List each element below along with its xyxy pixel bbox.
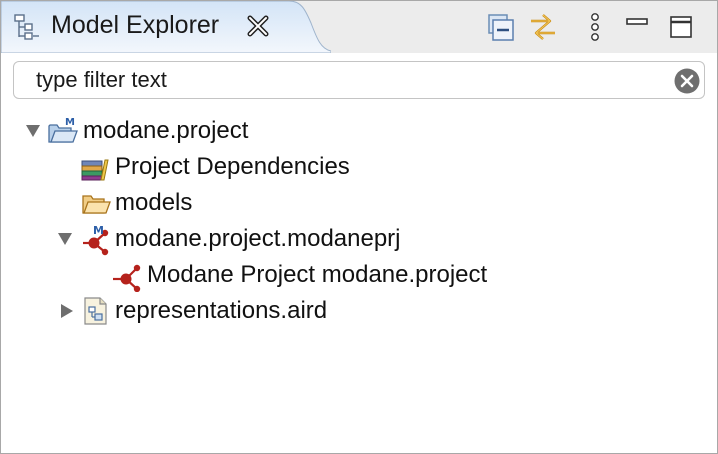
tree-item-modaneprj[interactable]: M modane.project.modaneprj: [1, 221, 717, 256]
tree-item-representations-aird[interactable]: representations.aird: [1, 293, 717, 327]
model-explorer-view: Model Explorer type filter text M modane…: [0, 0, 718, 454]
svg-text:M: M: [65, 117, 75, 128]
tree-item-label: models: [115, 189, 193, 216]
collapsed-arrow-icon[interactable]: [59, 303, 75, 319]
expanded-arrow-icon[interactable]: [25, 123, 41, 139]
expanded-arrow-icon[interactable]: [57, 231, 73, 247]
view-menu-icon[interactable]: [579, 11, 611, 43]
library-icon: [81, 152, 111, 182]
tab-model-explorer[interactable]: Model Explorer: [1, 1, 331, 53]
model-explorer-icon: [13, 13, 41, 41]
minimize-icon[interactable]: [621, 11, 653, 43]
clear-icon[interactable]: [674, 68, 700, 94]
modane-project-icon: [111, 260, 141, 293]
maximize-icon[interactable]: [665, 11, 697, 43]
view-titlebar: Model Explorer: [1, 1, 717, 53]
tree-item-label: modane.project.modaneprj: [115, 225, 401, 252]
tree-item-label: Project Dependencies: [115, 153, 350, 180]
project-folder-icon: M: [47, 116, 78, 146]
tree-item-label: representations.aird: [115, 297, 328, 324]
tree-item-label: Modane Project modane.project: [147, 261, 488, 288]
tree-item-label: modane.project: [83, 117, 249, 144]
link-with-editor-icon[interactable]: [527, 11, 559, 43]
tree-item-project-dependencies[interactable]: Project Dependencies: [1, 149, 717, 183]
tree-item-modane-project-element[interactable]: Modane Project modane.project: [1, 257, 717, 293]
collapse-all-icon[interactable]: [485, 11, 517, 43]
modaneprj-file-icon: M: [79, 224, 109, 256]
close-tab-icon[interactable]: [246, 14, 270, 38]
tab-title: Model Explorer: [51, 11, 220, 39]
svg-text:M: M: [93, 224, 104, 237]
tree-item-modane-project[interactable]: M modane.project: [1, 113, 717, 147]
aird-file-icon: [81, 296, 111, 326]
tree-item-models[interactable]: models: [1, 185, 717, 219]
filter-input[interactable]: [36, 66, 656, 94]
filter-field: [13, 61, 705, 99]
folder-icon: [81, 188, 111, 218]
